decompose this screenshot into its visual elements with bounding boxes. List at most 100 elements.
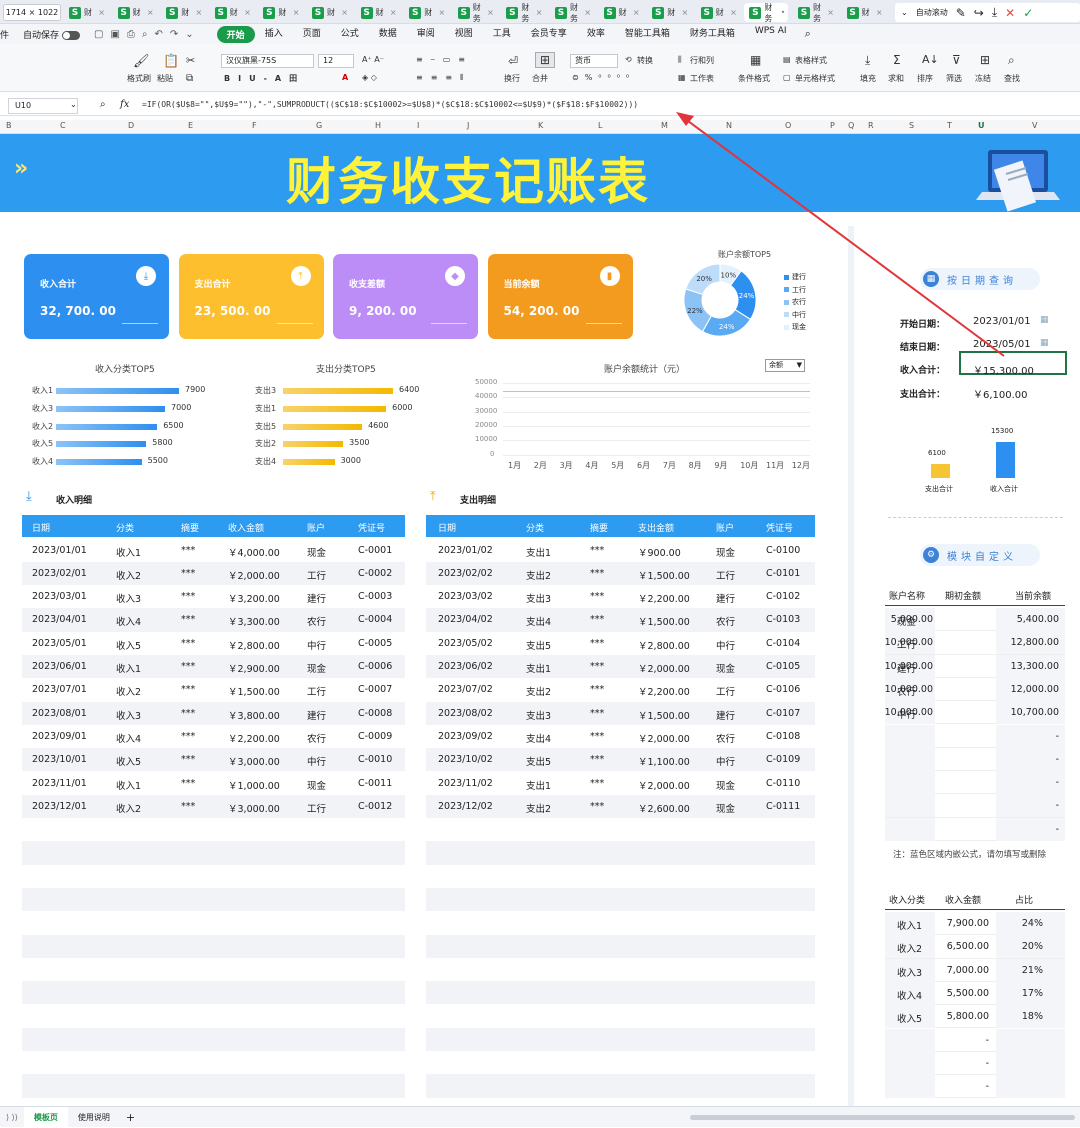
- table-row[interactable]: [426, 1004, 815, 1028]
- table-cell[interactable]: 支出4: [526, 731, 551, 745]
- table-cell[interactable]: 2023/09/02: [438, 731, 493, 742]
- table-row[interactable]: 2023/08/02 支出3 *** ￥1,500.00 建行 C-0107: [426, 701, 815, 725]
- sort-label[interactable]: 排序: [917, 73, 933, 84]
- table-cell[interactable]: ￥3,800.00: [228, 708, 280, 722]
- table-row[interactable]: 2023/06/01 收入1 *** ￥2,900.00 现金 C-0006: [22, 655, 405, 679]
- table-cell[interactable]: -: [1056, 824, 1059, 835]
- table-row[interactable]: [426, 864, 815, 888]
- table-cell[interactable]: 农行: [716, 614, 735, 628]
- table-cell[interactable]: ￥1,500.00: [638, 708, 690, 722]
- table-cell[interactable]: -: [1056, 777, 1059, 788]
- close-tab-icon[interactable]: ×: [195, 8, 202, 17]
- table-cell[interactable]: 2023/09/01: [32, 731, 87, 742]
- column-header[interactable]: 账户: [716, 521, 734, 534]
- table-row[interactable]: [426, 911, 815, 935]
- document-tab[interactable]: S 财务 ×: [550, 3, 594, 23]
- menu-item[interactable]: 工具: [483, 26, 521, 43]
- table-row[interactable]: 2023/07/02 支出2 *** ￥2,200.00 工行 C-0106: [426, 678, 815, 701]
- table-row[interactable]: 2023/09/01 收入4 *** ￥2,200.00 农行 C-0009: [22, 725, 405, 748]
- table-cell[interactable]: ￥900.00: [638, 545, 681, 559]
- table-cell[interactable]: 18%: [1022, 1011, 1043, 1022]
- wrap-label[interactable]: 换行: [504, 73, 520, 84]
- column-header[interactable]: 期初金额: [945, 589, 981, 602]
- table-row[interactable]: 2023/04/02 支出4 *** ￥1,500.00 农行 C-0103: [426, 608, 815, 632]
- table-cell[interactable]: 建行: [307, 591, 326, 605]
- close-tab-icon[interactable]: •: [781, 8, 786, 17]
- table-row[interactable]: -: [885, 794, 1065, 818]
- table-cell[interactable]: 收入5: [897, 1011, 922, 1025]
- column-header[interactable]: S: [909, 121, 914, 130]
- table-cell[interactable]: 10,700.00: [1011, 707, 1059, 718]
- table-cell[interactable]: ***: [181, 731, 195, 742]
- table-row[interactable]: 2023/07/01 收入2 *** ￥1,500.00 工行 C-0007: [22, 678, 405, 701]
- table-cell[interactable]: 2023/08/01: [32, 708, 87, 719]
- table-cell[interactable]: 5,800.00: [947, 1011, 989, 1022]
- column-header[interactable]: P: [830, 121, 835, 130]
- format-painter-icon[interactable]: 🖌: [133, 54, 150, 69]
- table-cell[interactable]: 收入4: [897, 988, 922, 1002]
- column-header[interactable]: 账户名称: [889, 589, 925, 602]
- table-row[interactable]: 现金 5,000.00 5,400.00: [885, 608, 1065, 632]
- table-cell[interactable]: 支出3: [526, 591, 551, 605]
- table-row[interactable]: 2023/01/02 支出1 *** ￥900.00 现金 C-0100: [426, 539, 815, 562]
- close-tab-icon[interactable]: ×: [147, 8, 154, 17]
- table-cell[interactable]: 支出2: [526, 801, 551, 815]
- table-row[interactable]: 2023/08/01 收入3 *** ￥3,800.00 建行 C-0008: [22, 701, 405, 725]
- table-style-icon[interactable]: ▤: [783, 55, 791, 64]
- table-row[interactable]: [22, 981, 405, 1005]
- table-cell[interactable]: ***: [590, 684, 604, 695]
- column-header[interactable]: K: [538, 121, 543, 130]
- table-cell[interactable]: 13,300.00: [1011, 661, 1059, 672]
- table-cell[interactable]: ***: [181, 568, 195, 579]
- table-cell[interactable]: 20%: [1022, 941, 1043, 952]
- autosave-toggle[interactable]: 自动保存: [17, 28, 86, 41]
- table-row[interactable]: [426, 1027, 815, 1052]
- filter-icon[interactable]: ⊽: [952, 53, 961, 67]
- close-tab-icon[interactable]: ×: [876, 8, 883, 17]
- table-row[interactable]: [426, 934, 815, 958]
- worksheet-label[interactable]: 工作表: [690, 73, 714, 84]
- table-row[interactable]: 收入3 7,000.00 21%: [885, 958, 1065, 982]
- number-format-select[interactable]: 货币: [570, 54, 618, 68]
- table-cell[interactable]: C-0106: [766, 684, 800, 695]
- table-cell[interactable]: 支出1: [526, 545, 551, 559]
- table-cell[interactable]: 2023/10/02: [438, 754, 493, 765]
- document-tab[interactable]: S 财 ×: [64, 3, 108, 22]
- table-cell[interactable]: ￥1,500.00: [638, 568, 690, 582]
- table-cell[interactable]: 2023/05/01: [32, 638, 87, 649]
- table-cell[interactable]: ***: [181, 801, 195, 812]
- table-cell[interactable]: 2023/06/02: [438, 661, 493, 672]
- table-cell[interactable]: ￥1,500.00: [228, 684, 280, 698]
- cell-style-label[interactable]: 单元格样式: [795, 73, 835, 84]
- table-row[interactable]: 收入1 7,900.00 24%: [885, 912, 1065, 936]
- menu-item[interactable]: 视图: [445, 26, 483, 43]
- table-cell[interactable]: ￥1,500.00: [638, 614, 690, 628]
- column-header[interactable]: 摘要: [590, 521, 608, 534]
- calendar-picker-icon[interactable]: ▦: [1040, 315, 1049, 325]
- table-cell[interactable]: ￥2,800.00: [638, 638, 690, 652]
- fill-label[interactable]: 填充: [860, 73, 876, 84]
- table-row[interactable]: [426, 1074, 815, 1098]
- table-cell[interactable]: ***: [590, 754, 604, 765]
- table-row[interactable]: [426, 957, 815, 982]
- table-cell[interactable]: ***: [590, 801, 604, 812]
- close-tab-icon[interactable]: ×: [827, 8, 834, 17]
- table-row[interactable]: 收入5 5,800.00 18%: [885, 1005, 1065, 1029]
- document-tab[interactable]: S 财 ×: [404, 3, 448, 22]
- font-name-select[interactable]: 汉仪旗黑-75S: [221, 54, 314, 68]
- table-row[interactable]: -: [885, 1075, 1065, 1099]
- zoom-icon[interactable]: ⌕: [100, 99, 106, 110]
- table-cell[interactable]: ***: [181, 545, 195, 556]
- document-tab[interactable]: S 财 ×: [113, 3, 157, 22]
- fx-icon[interactable]: fx: [120, 99, 129, 110]
- table-row[interactable]: 建行 10,000.00 13,300.00: [885, 654, 1065, 678]
- table-cell[interactable]: 支出4: [526, 614, 551, 628]
- document-tab[interactable]: S 财 ×: [258, 3, 302, 22]
- table-row[interactable]: 2023/05/01 收入5 *** ￥2,800.00 中行 C-0005: [22, 632, 405, 655]
- table-row[interactable]: -: [885, 1051, 1065, 1076]
- table-row[interactable]: -: [885, 817, 1065, 841]
- table-row[interactable]: 2023/11/02 支出1 *** ￥2,000.00 现金 C-0110: [426, 772, 815, 795]
- close-tab-icon[interactable]: ×: [244, 8, 251, 17]
- paste-icon[interactable]: 📋: [163, 54, 179, 69]
- table-cell[interactable]: 工行: [307, 684, 326, 698]
